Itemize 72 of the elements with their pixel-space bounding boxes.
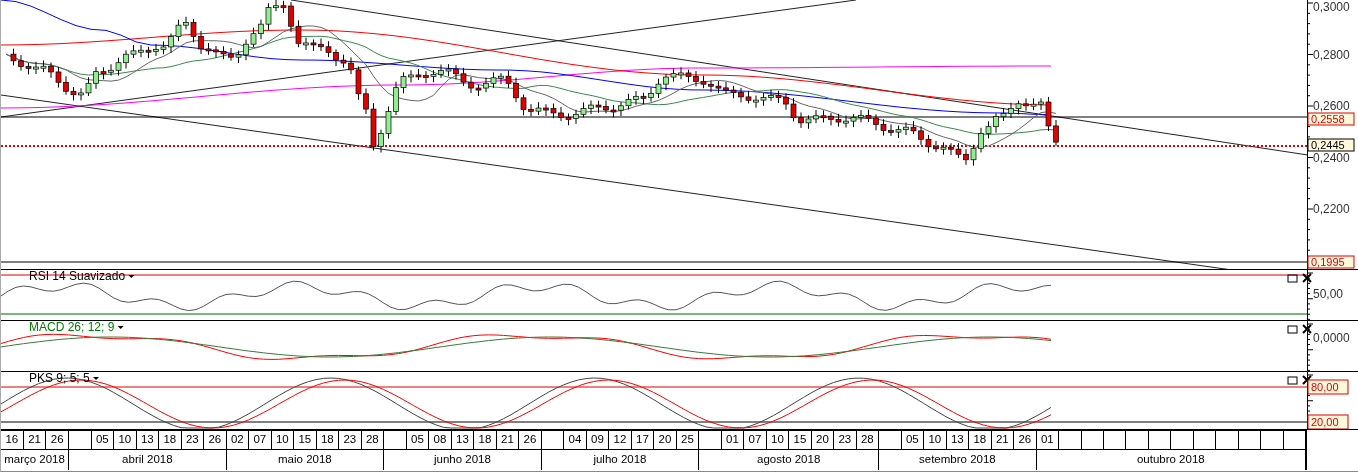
date-label: 18	[316, 431, 340, 449]
date-label: 15	[294, 431, 317, 449]
date-label: 20	[654, 431, 677, 449]
date-label: 05	[406, 431, 430, 449]
caret-icon[interactable]	[93, 377, 100, 380]
date-label: 10	[766, 431, 790, 449]
date-label: 01	[721, 431, 745, 449]
date-label: 28	[859, 432, 875, 447]
date-label: 13	[136, 431, 160, 449]
date-label: 21	[23, 431, 47, 449]
maximize-icon[interactable]	[1287, 274, 1298, 283]
value-tag: 20,00	[1307, 414, 1349, 430]
date-label: 08	[429, 431, 452, 449]
close-icon[interactable]	[1302, 324, 1312, 334]
date-label: 28	[364, 432, 380, 447]
date-label: 23	[339, 431, 362, 449]
date-label: 18	[474, 431, 497, 449]
indicator-label: MACD 26; 12; 9	[29, 321, 115, 334]
month-label: maio 2018	[277, 452, 333, 467]
date-label: 25	[680, 432, 695, 447]
date-label: 10	[114, 431, 137, 449]
date-label: 13	[451, 431, 475, 449]
caret-icon[interactable]	[128, 275, 135, 278]
date-label: 20	[811, 431, 835, 449]
month-label: junho 2018	[432, 452, 492, 467]
axis-label: 0,2400	[1313, 150, 1350, 165]
date-label: 26	[1017, 432, 1033, 447]
date-label: 12	[609, 431, 632, 449]
date-label: 05	[91, 431, 115, 449]
price-tag: 0,2558	[1307, 112, 1355, 126]
date-label: 23	[181, 431, 205, 449]
price-tag: 0,1995	[1307, 255, 1355, 269]
date-label: 07	[249, 431, 272, 449]
axis-label: 0,2800	[1313, 47, 1350, 62]
date-label: 15	[789, 431, 812, 449]
caret-icon[interactable]	[117, 326, 124, 329]
date-label: 16	[1, 431, 24, 449]
indicator-label: RSI 14 Suavizado	[29, 270, 126, 283]
date-label: 21	[991, 431, 1015, 449]
axis-label: 50,00	[1313, 287, 1344, 301]
date-label: 10	[271, 431, 295, 449]
value-tag: 80,00	[1307, 379, 1349, 395]
date-label: 01	[1036, 431, 1060, 449]
price-tag: 0,2445	[1307, 138, 1355, 152]
date-label: 04	[564, 431, 587, 449]
month-label: agosto 2018	[756, 452, 822, 467]
date-label: 17	[631, 431, 655, 449]
date-label: 23	[834, 431, 857, 449]
month-label: março 2018	[3, 452, 66, 467]
month-label: julho 2018	[592, 452, 648, 467]
axis-label: 0,2200	[1313, 202, 1350, 216]
date-label: 07	[744, 431, 767, 449]
month-label: outubro 2018	[1135, 452, 1206, 467]
date-label: 18	[159, 431, 182, 449]
date-label: 26	[207, 432, 223, 447]
date-label: 21	[496, 431, 520, 449]
maximize-icon[interactable]	[1287, 325, 1298, 334]
date-label: 18	[969, 431, 992, 449]
maximize-icon[interactable]	[1287, 376, 1298, 385]
month-label: setembro 2018	[918, 452, 997, 467]
date-label: 02	[226, 431, 250, 449]
axis-label: 0,3000	[1313, 0, 1350, 14]
date-label: 10	[924, 431, 947, 449]
date-label: 13	[946, 431, 970, 449]
axis-label: 0,2600	[1313, 99, 1350, 113]
date-label: 09	[586, 431, 610, 449]
date-label: 26	[522, 432, 538, 447]
month-label: abril 2018	[121, 452, 174, 467]
close-icon[interactable]	[1302, 273, 1312, 283]
date-label: 05	[901, 431, 925, 449]
axis-label: 0,0000	[1313, 331, 1350, 345]
date-label: 26	[49, 432, 65, 447]
